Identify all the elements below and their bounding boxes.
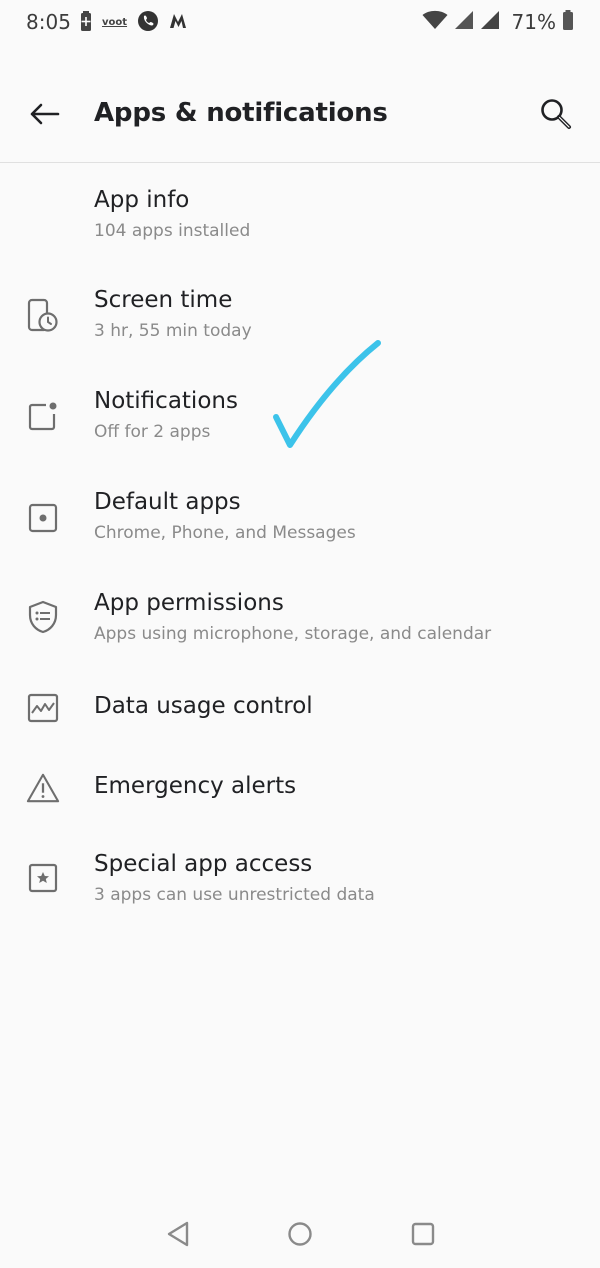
voot-app-icon: voot [102, 17, 128, 28]
back-button[interactable] [26, 96, 62, 132]
shield-list-icon [26, 600, 60, 634]
item-title: Emergency alerts [94, 773, 297, 799]
signal-icon-2 [480, 10, 500, 34]
item-title: Data usage control [94, 693, 313, 719]
item-subtitle: Off for 2 apps [94, 422, 211, 442]
warning-icon [26, 771, 60, 805]
settings-item-special-app-access[interactable]: Special app access 3 apps can use unrest… [0, 829, 600, 929]
settings-item-default-apps[interactable]: Default apps Chrome, Phone, and Messages [0, 465, 600, 565]
status-time: 8:05 [26, 10, 71, 34]
settings-item-emergency-alerts[interactable]: Emergency alerts [0, 749, 600, 829]
battery-icon [562, 10, 574, 34]
nav-back-button[interactable] [160, 1216, 196, 1252]
circle-home-icon [288, 1222, 312, 1246]
settings-item-app-info[interactable]: App info 104 apps installed [0, 163, 600, 263]
star-box-icon [26, 861, 60, 895]
arrow-back-icon [30, 103, 60, 125]
status-bar: 8:05 voot 71% [0, 0, 600, 44]
nav-recents-button[interactable] [405, 1216, 441, 1252]
default-apps-icon [26, 501, 60, 535]
signal-icon-1 [454, 10, 474, 34]
status-system-icons: 71% [422, 10, 574, 34]
item-subtitle: 3 apps can use unrestricted data [94, 885, 375, 905]
triangle-back-icon [167, 1221, 189, 1247]
app-bar: Apps & notifications [0, 64, 600, 163]
whatsapp-icon [137, 10, 159, 36]
item-title: Screen time [94, 287, 233, 313]
nav-home-button[interactable] [282, 1216, 318, 1252]
navigation-bar [0, 1200, 600, 1268]
notification-icon [26, 400, 60, 434]
battery-percent: 71% [511, 10, 556, 34]
battery-saver-icon [80, 11, 92, 35]
settings-item-app-permissions[interactable]: App permissions Apps using microphone, s… [0, 566, 600, 666]
item-subtitle: Apps using microphone, storage, and cale… [94, 624, 492, 644]
item-title: Notifications [94, 388, 238, 414]
item-title: Special app access [94, 851, 313, 877]
item-subtitle: Chrome, Phone, and Messages [94, 523, 356, 543]
search-button[interactable] [536, 94, 576, 134]
status-notification-icons: voot [80, 10, 191, 36]
item-title: Default apps [94, 489, 241, 515]
settings-item-data-usage-control[interactable]: Data usage control [0, 667, 600, 749]
item-title: App permissions [94, 590, 284, 616]
data-usage-icon [26, 691, 60, 725]
wifi-icon [422, 10, 448, 34]
item-title: App info [94, 187, 190, 213]
screen-time-icon [26, 298, 60, 333]
item-subtitle: 104 apps installed [94, 221, 251, 241]
square-recents-icon [411, 1222, 435, 1246]
item-subtitle: 3 hr, 55 min today [94, 321, 252, 341]
myntra-app-icon [169, 12, 191, 35]
page-title: Apps & notifications [94, 98, 388, 128]
search-icon [541, 99, 571, 129]
checkmark-annotation-icon [273, 340, 381, 448]
